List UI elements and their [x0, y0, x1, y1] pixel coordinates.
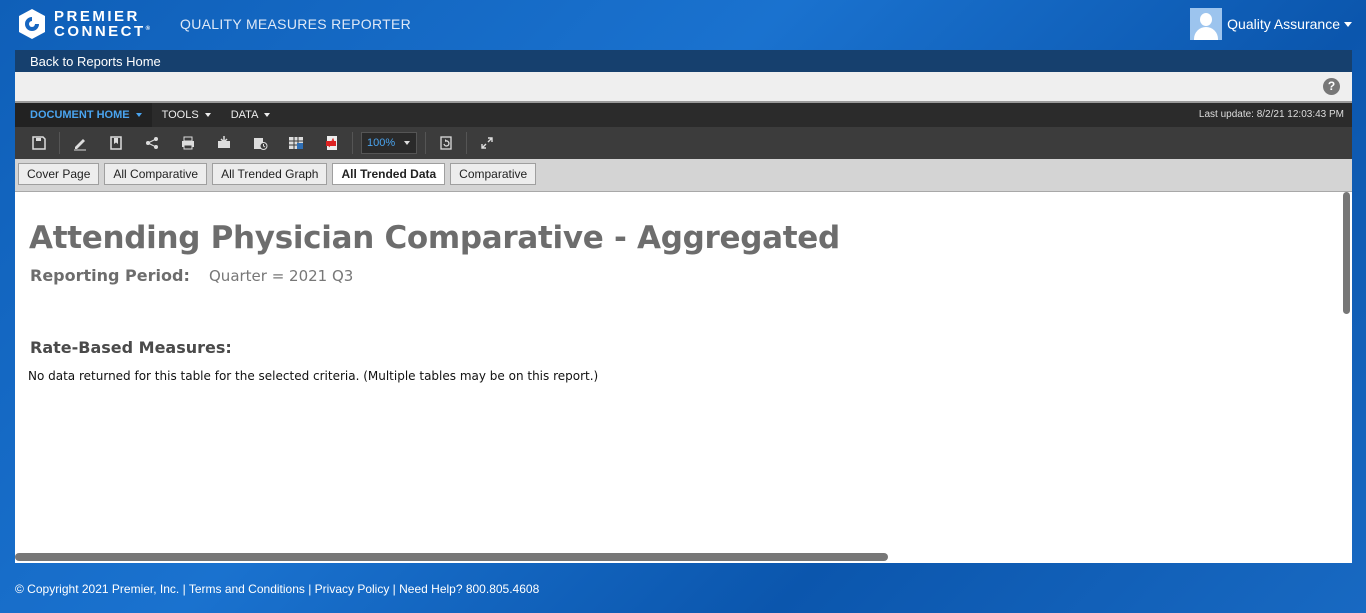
app-header: PREMIER CONNECT® QUALITY MEASURES REPORT… [0, 0, 1366, 48]
document-menu-bar: DOCUMENT HOME TOOLS DATA Last update: 8/… [15, 103, 1352, 127]
tab-cover-page[interactable]: Cover Page [18, 163, 100, 185]
refresh-button[interactable] [428, 127, 464, 159]
logo-line-premier: PREMIER [54, 8, 140, 25]
excel-icon [289, 137, 303, 149]
zoom-value: 100% [367, 137, 396, 149]
menu-document-home[interactable]: DOCUMENT HOME [15, 103, 152, 127]
report-frame: Back to Reports Home ? DOCUMENT HOME TOO… [15, 50, 1352, 563]
report-title: Attending Physician Comparative - Aggreg… [29, 220, 840, 256]
reporting-period-value: Quarter = 2021 Q3 [209, 267, 354, 285]
menu-document-home-label: DOCUMENT HOME [30, 109, 130, 121]
toolbar: 100% [15, 127, 1352, 159]
refresh-icon [440, 136, 452, 150]
share-icon [146, 137, 158, 149]
chevron-down-icon [1344, 21, 1352, 27]
premier-connect-logo[interactable]: PREMIER CONNECT® [16, 8, 150, 40]
schedule-button[interactable] [242, 127, 278, 159]
menu-data[interactable]: DATA [221, 103, 281, 127]
back-to-reports-link[interactable]: Back to Reports Home [15, 50, 1352, 72]
schedule-icon [254, 138, 268, 150]
report-content: Attending Physician Comparative - Aggreg… [15, 192, 1352, 561]
chevron-down-icon [404, 141, 410, 145]
user-name: Quality Assurance [1227, 16, 1340, 32]
report-tabs: Cover Page All Comparative All Trended G… [15, 159, 1352, 192]
menu-data-label: DATA [230, 109, 259, 121]
fullscreen-icon [481, 137, 493, 149]
toolbar-separator [59, 132, 60, 154]
edit-button[interactable] [62, 127, 98, 159]
chevron-down-icon [135, 113, 142, 117]
toolbar-separator [466, 132, 467, 154]
chevron-down-icon [204, 113, 211, 117]
pdf-icon [326, 136, 337, 150]
tab-all-comparative[interactable]: All Comparative [104, 163, 208, 185]
toolbar-separator [352, 132, 353, 154]
export-pdf-button[interactable] [314, 127, 350, 159]
logo-connect-word: CONNECT [54, 23, 146, 40]
tab-all-trended-graph[interactable]: All Trended Graph [212, 163, 328, 185]
vertical-scrollbar[interactable] [1343, 192, 1350, 314]
help-icon[interactable]: ? [1323, 78, 1340, 95]
chevron-down-icon [264, 113, 271, 117]
toolbar-separator [425, 132, 426, 154]
menu-tools[interactable]: TOOLS [152, 103, 221, 127]
save-button[interactable] [21, 127, 57, 159]
save-icon [32, 136, 46, 150]
zoom-select[interactable]: 100% [361, 132, 417, 154]
reporting-period-label: Reporting Period: [30, 266, 190, 285]
fullscreen-button[interactable] [469, 127, 505, 159]
bookmark-button[interactable] [98, 127, 134, 159]
avatar-icon [1190, 8, 1223, 40]
last-update: Last update: 8/2/21 12:03:43 PM [1198, 109, 1344, 120]
horizontal-scrollbar[interactable] [15, 553, 888, 561]
tab-all-trended-data[interactable]: All Trended Data [332, 163, 446, 185]
export-button[interactable] [206, 127, 242, 159]
bookmark-icon [110, 136, 122, 150]
logo-line-connect: CONNECT® [54, 23, 151, 40]
help-bar: ? [15, 72, 1352, 103]
app-title: QUALITY MEASURES REPORTER [180, 16, 412, 32]
section-title: Rate-Based Measures: [30, 338, 232, 357]
print-button[interactable] [170, 127, 206, 159]
print-icon [182, 136, 194, 150]
footer-text: © Copyright 2021 Premier, Inc. | Terms a… [15, 582, 540, 596]
user-menu[interactable]: Quality Assurance [1190, 8, 1352, 40]
export-excel-button[interactable] [278, 127, 314, 159]
registered-mark: ® [145, 26, 151, 32]
menu-tools-label: TOOLS [161, 109, 199, 121]
premier-logo-icon [19, 9, 45, 39]
share-button[interactable] [134, 127, 170, 159]
logo-text: PREMIER CONNECT® [54, 8, 151, 40]
no-data-message: No data returned for this table for the … [28, 369, 599, 383]
tab-comparative[interactable]: Comparative [450, 163, 537, 185]
export-icon [218, 136, 230, 148]
edit-icon [74, 139, 86, 151]
